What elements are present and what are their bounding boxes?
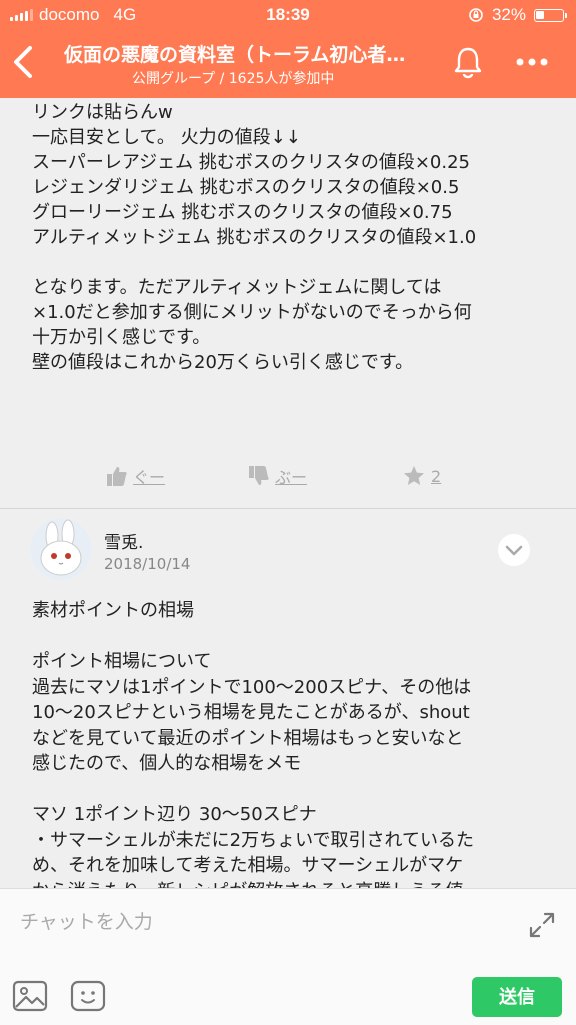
chat-input[interactable] [18, 903, 512, 941]
sticker-icon[interactable] [70, 979, 106, 1013]
avatar[interactable] [30, 518, 92, 580]
chevron-down-icon[interactable] [498, 534, 530, 566]
star-icon [404, 466, 424, 485]
status-bar: docomo 4G 18:39 32% [0, 0, 576, 30]
post-body: 素材ポイントの相場 ポイント相場について 過去にマソは1ポイントで100〜200… [32, 600, 475, 888]
post-date: 2018/10/14 [104, 555, 191, 573]
battery-percent: 32% [491, 5, 526, 24]
like-label: ぐー [133, 468, 166, 487]
post-body: リンクは貼らんw 一応目安として。 火力の値段↓↓ スーパーレアジェム 挑むボス… [32, 102, 477, 373]
dislike-label: ぶー [275, 468, 308, 487]
expand-icon[interactable] [526, 909, 558, 941]
post-divider [0, 508, 576, 509]
image-icon[interactable] [12, 979, 48, 1013]
back-icon[interactable] [8, 42, 42, 82]
send-button[interactable]: 送信 [472, 977, 562, 1017]
rabbit-avatar-icon [30, 518, 92, 580]
orientation-lock-icon [469, 8, 483, 22]
group-header: 仮面の悪魔の資料室（トーラム初心者… 公開グループ / 1625人が参加中 [0, 30, 576, 98]
battery-icon [534, 8, 567, 22]
group-title[interactable]: 仮面の悪魔の資料室（トーラム初心者… [64, 40, 434, 67]
author-name[interactable]: 雪兎. [104, 528, 143, 553]
favorite-button[interactable]: 2 [402, 464, 441, 488]
group-subtitle: 公開グループ / 1625人が参加中 [132, 71, 335, 87]
thumbs-up-icon [107, 467, 127, 486]
chat-input-bar: 送信 [0, 888, 576, 1025]
more-icon[interactable] [512, 50, 552, 74]
thumbs-down-icon [249, 466, 269, 485]
bell-icon[interactable] [450, 44, 486, 80]
star-count: 2 [431, 466, 442, 486]
like-button[interactable]: ぐー [106, 464, 165, 488]
post-actions: ぐー ぶー 2 [0, 460, 576, 496]
dislike-button[interactable]: ぶー [248, 464, 307, 488]
